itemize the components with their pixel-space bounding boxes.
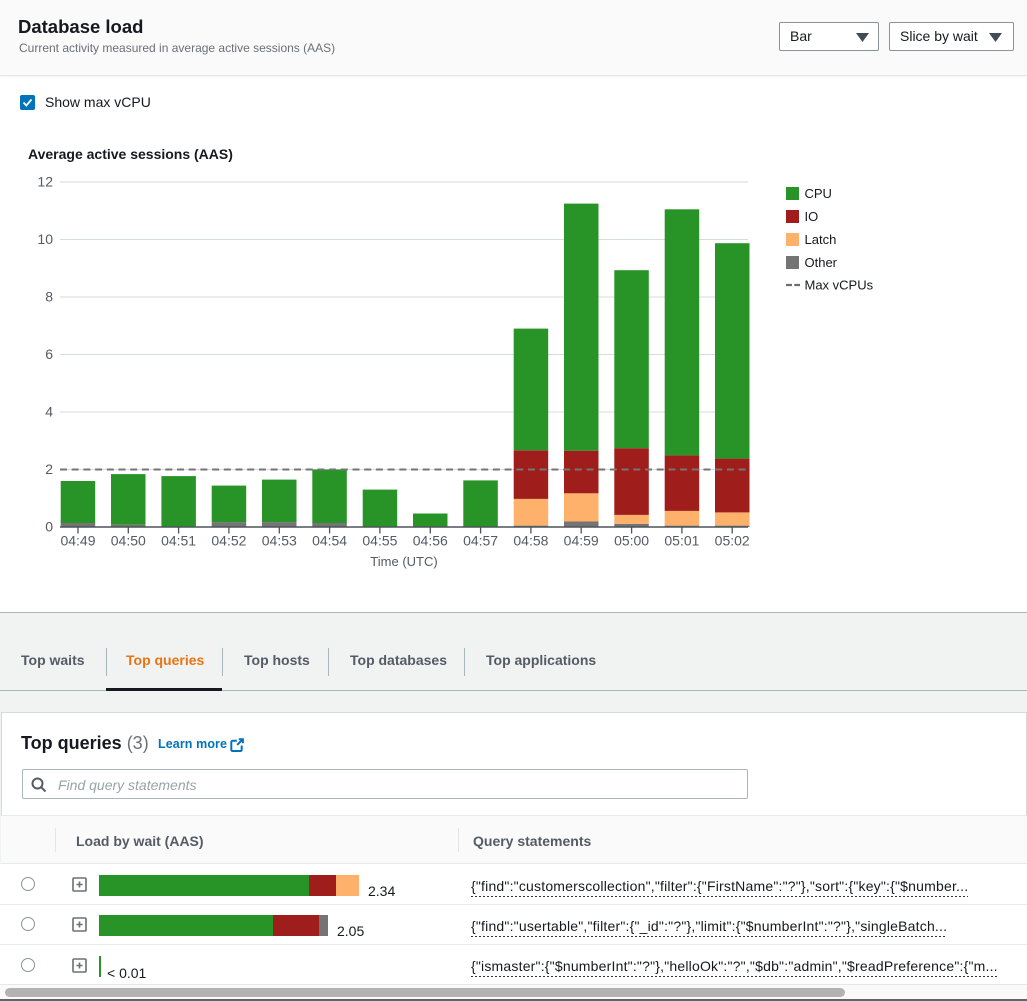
svg-text:04:50: 04:50	[111, 533, 146, 549]
svg-text:04:56: 04:56	[413, 533, 448, 549]
svg-text:IO: IO	[805, 209, 819, 224]
svg-text:04:55: 04:55	[362, 533, 397, 549]
svg-text:05:01: 05:01	[664, 533, 699, 549]
svg-text:05:02: 05:02	[715, 533, 750, 549]
svg-text:6: 6	[45, 346, 53, 362]
svg-text:04:52: 04:52	[211, 533, 246, 549]
svg-text:04:53: 04:53	[262, 533, 297, 549]
svg-text:04:49: 04:49	[60, 533, 95, 549]
svg-text:05:00: 05:00	[614, 533, 649, 549]
svg-text:04:57: 04:57	[463, 533, 498, 549]
svg-text:Latch: Latch	[805, 232, 837, 247]
svg-text:Other: Other	[805, 255, 838, 270]
svg-text:CPU: CPU	[805, 186, 832, 201]
svg-text:10: 10	[37, 231, 53, 247]
svg-text:12: 12	[37, 174, 53, 190]
svg-text:04:59: 04:59	[564, 533, 599, 549]
svg-text:04:51: 04:51	[161, 533, 196, 549]
svg-text:04:58: 04:58	[513, 533, 548, 549]
svg-text:0: 0	[45, 519, 53, 535]
svg-text:4: 4	[45, 404, 53, 420]
svg-text:Max vCPUs: Max vCPUs	[805, 278, 874, 293]
svg-text:04:54: 04:54	[312, 533, 347, 549]
svg-text:2: 2	[45, 461, 53, 477]
svg-text:8: 8	[45, 289, 53, 305]
svg-text:Time (UTC): Time (UTC)	[370, 554, 437, 569]
